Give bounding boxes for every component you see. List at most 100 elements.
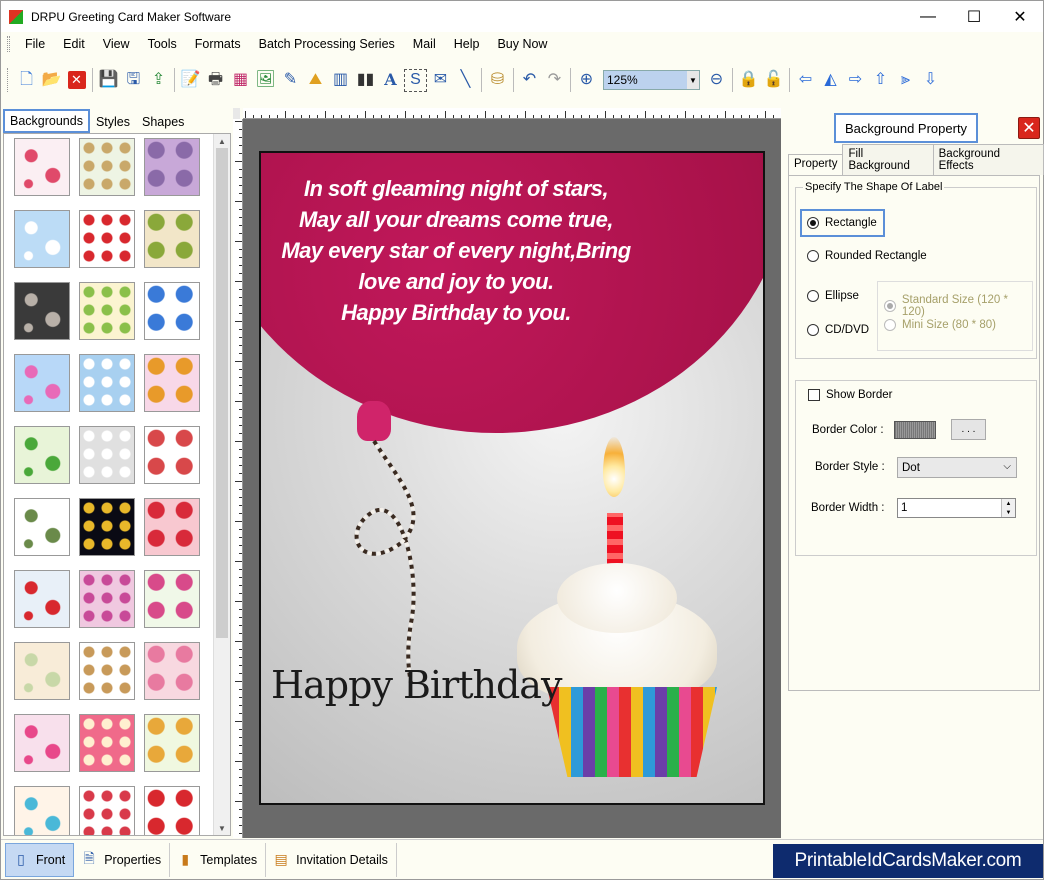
shape-icon[interactable]: ⛰ (304, 69, 327, 92)
menu-tools[interactable]: Tools (139, 37, 186, 51)
bg-thumb-30[interactable] (144, 786, 200, 835)
bg-thumb-6[interactable] (144, 210, 200, 268)
menu-view[interactable]: View (94, 37, 139, 51)
menu-help[interactable]: Help (445, 37, 489, 51)
print-preview-icon[interactable]: ▦ (229, 69, 252, 92)
save-icon[interactable]: 💾 (97, 69, 120, 92)
redo-icon[interactable]: ↷ (543, 69, 566, 92)
bg-thumb-9[interactable] (144, 282, 200, 340)
close-icon[interactable]: ✕ (1018, 117, 1040, 139)
open-icon[interactable]: 📂 (40, 69, 63, 92)
bg-thumb-26[interactable] (79, 714, 135, 772)
bg-thumb-3[interactable] (144, 138, 200, 196)
radio-rectangle[interactable]: Rectangle (807, 217, 877, 229)
bg-thumb-23[interactable] (79, 642, 135, 700)
barcode2-icon[interactable]: ▮▮ (354, 69, 377, 92)
show-border-checkbox[interactable]: Show Border (808, 389, 892, 401)
bg-thumb-7[interactable] (14, 282, 70, 340)
bg-thumb-1[interactable] (14, 138, 70, 196)
close-doc-icon[interactable]: ✕ (65, 69, 88, 92)
bg-thumb-27[interactable] (144, 714, 200, 772)
new-icon[interactable]: 🗋 (15, 69, 38, 92)
arrow-up-icon[interactable]: ⇧ (869, 69, 892, 92)
flip-icon[interactable]: ◭ (819, 69, 842, 92)
tab-background-effects[interactable]: Background Effects (932, 144, 1044, 175)
bg-thumb-11[interactable] (79, 354, 135, 412)
spinner-icon[interactable]: ▲ ▼ (1001, 499, 1015, 517)
print-icon[interactable]: 🖶 (204, 69, 227, 92)
radio-cd-dvd[interactable]: CD/DVD (807, 324, 869, 336)
bg-thumb-15[interactable] (144, 426, 200, 484)
tab-templates[interactable]: ▮ Templates (170, 842, 267, 877)
unlock-icon[interactable]: 🔓 (762, 69, 785, 92)
bg-thumb-13[interactable] (14, 426, 70, 484)
bg-thumb-10[interactable] (14, 354, 70, 412)
card-verse[interactable]: In soft gleaming night of stars, May all… (261, 173, 651, 328)
radio-standard-size[interactable]: Standard Size (120 * 120) (884, 294, 1032, 318)
save-as-icon[interactable]: 🖫 (122, 69, 145, 92)
zoom-out-icon[interactable]: ⊖ (705, 69, 728, 92)
line-icon[interactable]: ╲ (454, 69, 477, 92)
scroll-up-icon[interactable]: ▲ (214, 134, 230, 148)
zoom-in-icon[interactable]: ⊕ (575, 69, 598, 92)
zoom-combobox[interactable]: 125% ▼ (603, 70, 700, 90)
radio-mini-size[interactable]: Mini Size (80 * 80) (884, 319, 996, 331)
arrow-right-icon[interactable]: ⇨ (844, 69, 867, 92)
export-icon[interactable]: ⇪ (147, 69, 170, 92)
border-width-input[interactable]: 1 ▲ ▼ (897, 498, 1016, 518)
minimize-button[interactable]: — (905, 1, 951, 32)
tab-fill-background[interactable]: Fill Background (842, 144, 934, 175)
properties-icon[interactable]: 📝 (179, 69, 202, 92)
arrow-down-icon[interactable]: ⇩ (919, 69, 942, 92)
mail-icon[interactable]: ✉ (429, 69, 452, 92)
bg-thumb-4[interactable] (14, 210, 70, 268)
undo-icon[interactable]: ↶ (518, 69, 541, 92)
bg-thumb-5[interactable] (79, 210, 135, 268)
scroll-down-icon[interactable]: ▼ (214, 821, 230, 835)
tab-invitation-details[interactable]: ▤ Invitation Details (266, 842, 397, 877)
tab-backgrounds[interactable]: Backgrounds (3, 109, 90, 133)
text-icon[interactable]: A (379, 69, 402, 92)
chevron-down-icon[interactable]: ▼ (687, 71, 699, 89)
bg-thumb-28[interactable] (14, 786, 70, 835)
scrollbar-thumb[interactable] (216, 148, 228, 638)
bg-thumb-19[interactable] (14, 570, 70, 628)
menu-edit[interactable]: Edit (54, 37, 94, 51)
design-canvas[interactable]: In soft gleaming night of stars, May all… (243, 119, 781, 838)
bg-thumb-8[interactable] (79, 282, 135, 340)
pencil-icon[interactable]: ✎ (279, 69, 302, 92)
greeting-card[interactable]: In soft gleaming night of stars, May all… (259, 151, 765, 805)
radio-ellipse[interactable]: Ellipse (807, 290, 859, 302)
close-button[interactable]: ✕ (997, 1, 1043, 32)
maximize-button[interactable]: ☐ (951, 1, 997, 32)
image-icon[interactable]: 🖼 (254, 69, 277, 92)
menu-file[interactable]: File (16, 37, 54, 51)
align-icon[interactable]: ⫸ (894, 69, 917, 92)
lock-icon[interactable]: 🔒 (737, 69, 760, 92)
bg-thumb-2[interactable] (79, 138, 135, 196)
database-icon[interactable]: ⛁ (486, 69, 509, 92)
border-color-swatch[interactable] (894, 421, 936, 439)
bg-thumb-12[interactable] (144, 354, 200, 412)
bg-thumb-22[interactable] (14, 642, 70, 700)
menu-batch-processing[interactable]: Batch Processing Series (250, 37, 404, 51)
bg-thumb-14[interactable] (79, 426, 135, 484)
bg-thumb-25[interactable] (14, 714, 70, 772)
gallery-scrollbar[interactable]: ▲ ▼ (213, 134, 230, 835)
barcode-icon[interactable]: ▥ (329, 69, 352, 92)
bg-thumb-29[interactable] (79, 786, 135, 835)
bg-thumb-24[interactable] (144, 642, 200, 700)
tab-styles[interactable]: Styles (90, 111, 136, 133)
bg-thumb-16[interactable] (14, 498, 70, 556)
radio-rounded-rectangle[interactable]: Rounded Rectangle (807, 250, 927, 262)
border-color-button[interactable]: . . . (951, 419, 986, 440)
bg-thumb-18[interactable] (144, 498, 200, 556)
tab-front[interactable]: ▯ Front (5, 842, 75, 877)
tab-properties[interactable]: 🗎 Properties (74, 842, 171, 877)
signature-icon[interactable]: S (404, 68, 427, 92)
menu-formats[interactable]: Formats (186, 37, 250, 51)
border-style-select[interactable]: Dot ⌵ (897, 457, 1017, 478)
tab-property[interactable]: Property (788, 154, 844, 175)
bg-thumb-21[interactable] (144, 570, 200, 628)
happy-birthday-text[interactable]: Happy Birthday (271, 663, 562, 707)
